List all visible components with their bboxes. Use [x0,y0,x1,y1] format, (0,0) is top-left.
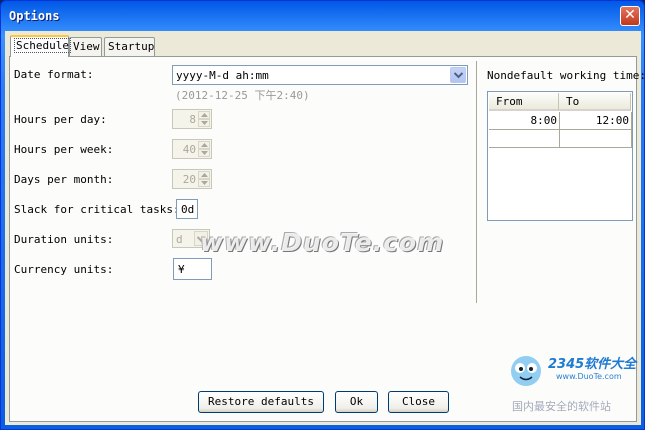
logo-url: www.DuoTe.com [556,372,622,381]
currency-units-input[interactable]: ¥ [173,258,212,280]
spin-down-button[interactable] [198,149,210,157]
restore-defaults-button[interactable]: Restore defaults [198,391,324,413]
days-per-month-value: 20 [182,173,196,186]
site-logo: 2345软件大全 www.DuoTe.com 国内最安全的软件站 [506,331,645,426]
spin-up-button[interactable] [198,111,210,119]
chevron-down-icon [454,72,463,79]
hours-per-week-value: 40 [182,143,196,156]
close-window-button[interactable]: ✕ [620,6,640,26]
currency-units-label: Currency units: [14,263,114,276]
window-title: Options [9,9,60,23]
spin-up-button[interactable] [198,141,210,149]
date-format-label: Date format: [14,68,94,81]
tab-startup[interactable]: Startup [104,37,155,56]
slack-input[interactable]: 0d [176,199,198,219]
watermark-text: www.DuoTe.com [200,228,445,257]
spin-up-button[interactable] [198,171,210,179]
close-icon: ✕ [624,7,636,23]
spin-down-button[interactable] [198,179,210,187]
ok-button[interactable]: Ok [335,391,378,413]
slack-label: Slack for critical tasks: [14,203,180,216]
grid-cell-from[interactable] [489,130,560,148]
hours-per-week-spinner[interactable]: 40 [172,139,212,159]
grid-cell-from[interactable]: 8:00 [489,112,560,130]
date-format-combobox[interactable]: yyyy-M-d ah:mm [172,65,468,85]
slack-value: 0d [181,203,195,216]
duration-units-label: Duration units: [14,233,114,246]
date-format-value: yyyy-M-d ah:mm [176,69,269,82]
vertical-divider [476,61,479,303]
hours-per-day-value: 8 [189,113,196,126]
arrow-up-icon [201,113,208,117]
arrow-up-icon [201,173,208,177]
arrow-up-icon [201,143,208,147]
column-header-to[interactable]: To [559,93,631,111]
arrow-down-icon [201,121,208,125]
working-time-label: Nondefault working time: [487,69,645,82]
spin-down-button[interactable] [198,119,210,127]
logo-brand: 2345软件大全 [548,357,637,372]
hours-per-day-spinner[interactable]: 8 [172,109,212,129]
hours-per-day-label: Hours per day: [14,113,107,126]
tab-schedule[interactable]: Schedule [10,35,71,57]
title-bar[interactable]: Options ✕ [1,1,644,31]
days-per-month-spinner[interactable]: 20 [172,169,212,189]
date-format-example: (2012-12-25 下午2:40) [175,89,310,102]
grid-cell-to[interactable] [560,130,632,148]
options-window: Options ✕ Schedule View Startup Date for… [0,0,645,430]
dropdown-button[interactable] [450,67,466,83]
close-button[interactable]: Close [388,391,449,413]
currency-units-value: ¥ [178,263,185,276]
arrow-down-icon [201,151,208,155]
tab-view[interactable]: View [69,37,102,56]
working-time-grid[interactable]: From To 8:00 12:00 [487,91,633,221]
logo-slogan: 国内最安全的软件站 [512,400,611,413]
duration-units-value: d [176,233,183,246]
arrow-down-icon [201,181,208,185]
mascot-icon [511,356,541,386]
grid-cell-to[interactable]: 12:00 [560,112,632,130]
hours-per-week-label: Hours per week: [14,143,114,156]
days-per-month-label: Days per month: [14,173,114,186]
column-header-from[interactable]: From [489,93,559,111]
